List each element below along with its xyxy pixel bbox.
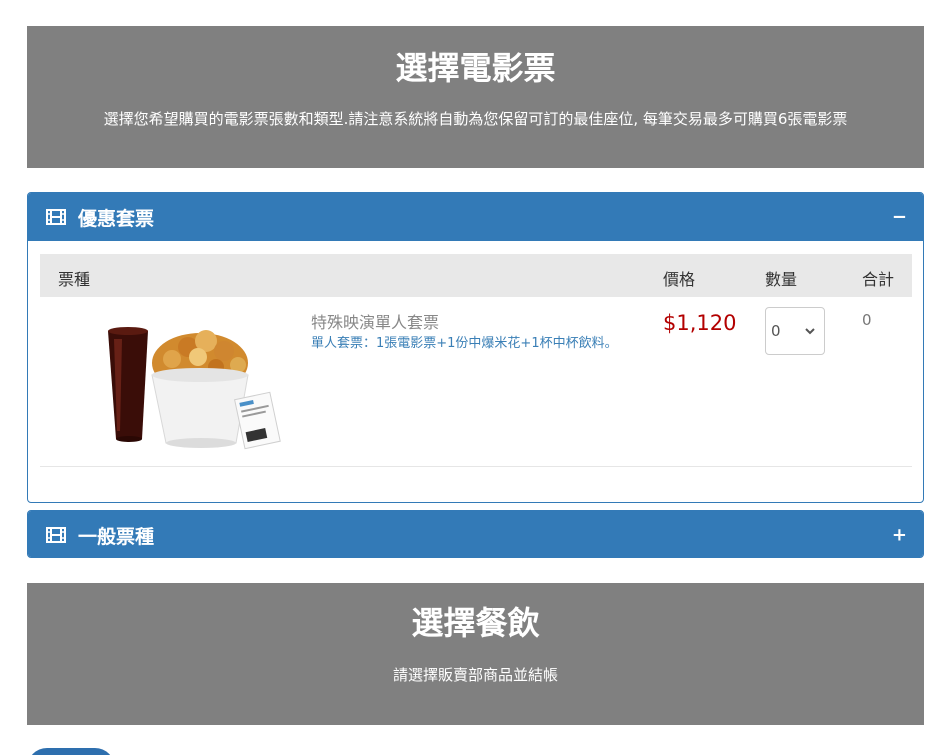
- food-hero: 選擇餐飲 請選擇販賣部商品並結帳: [27, 583, 924, 725]
- collapse-toggle[interactable]: −: [892, 207, 907, 228]
- quantity-select[interactable]: 0: [765, 307, 825, 355]
- combo-product-image: [108, 327, 281, 450]
- column-header-qty: 數量: [765, 270, 798, 289]
- column-header-type: 票種: [58, 270, 91, 289]
- combo-panel-title: 優惠套票: [78, 207, 155, 230]
- row-total: 0: [862, 311, 872, 329]
- product-description: 單人套票：1張電影票+1份中爆米花+1杯中杯飲料。: [311, 336, 618, 351]
- combo-panel-heading[interactable]: 優惠套票 −: [28, 193, 923, 241]
- expand-toggle[interactable]: +: [892, 525, 907, 546]
- tickets-hero: 選擇電影票 選擇您希望購買的電影票張數和類型.請注意系統將自動為您保留可訂的最佳…: [27, 26, 924, 168]
- ticket-table-header: 票種 價格 數量 合計: [40, 254, 912, 297]
- food-title: 選擇餐飲: [411, 604, 540, 642]
- table-row: 特殊映演單人套票 單人套票：1張電影票+1份中爆米花+1杯中杯飲料。 $1,12…: [40, 297, 912, 467]
- product-name: 特殊映演單人套票: [311, 313, 440, 332]
- film-icon: [46, 209, 66, 225]
- general-panel-heading[interactable]: 一般票種 +: [28, 511, 923, 557]
- general-panel-title: 一般票種: [78, 525, 155, 548]
- general-ticket-panel: 一般票種 +: [27, 510, 924, 558]
- product-price: $1,120: [663, 311, 737, 335]
- tickets-title: 選擇電影票: [395, 49, 556, 87]
- combo-ticket-panel: 優惠套票 − 票種 價格 數量 合計 特殊映演單人套票 單人套票：1張電影票+1…: [27, 192, 924, 503]
- quantity-value: 0: [771, 322, 781, 340]
- food-subtitle: 請選擇販賣部商品並結帳: [392, 666, 558, 684]
- chevron-down-icon: [805, 328, 815, 335]
- column-header-total: 合計: [862, 270, 895, 289]
- bottom-action-button[interactable]: [27, 748, 115, 755]
- film-icon: [46, 527, 66, 543]
- column-header-price: 價格: [663, 270, 696, 289]
- tickets-subtitle: 選擇您希望購買的電影票張數和類型.請注意系統將自動為您保留可訂的最佳座位, 每筆…: [103, 110, 848, 128]
